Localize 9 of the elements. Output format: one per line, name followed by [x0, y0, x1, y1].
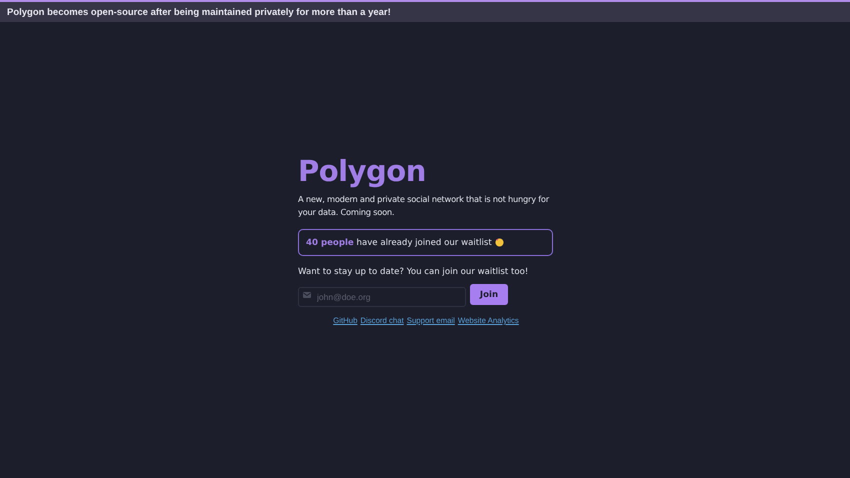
email-field[interactable]: john@doe.org — [298, 286, 466, 306]
party-emoji-icon — [494, 238, 504, 247]
page-title: Polygon — [298, 153, 427, 190]
waitlist-count-text: 40 people have already joined our waitlist — [306, 238, 492, 248]
waitlist-prompt: Want to stay up to date? You can join our waitlist too! — [298, 267, 530, 277]
mail-icon — [303, 292, 311, 298]
join-button[interactable]: Join — [470, 284, 508, 305]
announcement-text: Polygon becomes open-source after being maintained privately for more than a year! — [7, 6, 391, 18]
tagline: A new, modern and private social network that is not hungry for your data. Coming soon. — [298, 193, 550, 218]
